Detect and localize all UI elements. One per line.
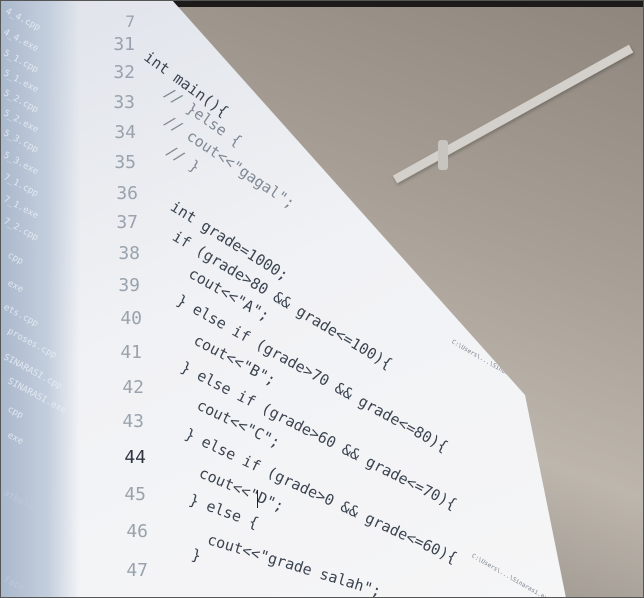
file-sidebar: 4_4.cpp 4_4.exe 5_1.cpp 5_1.exe 5_2.cpp … — [0, 0, 80, 598]
sidebar-file[interactable]: exe — [6, 279, 25, 295]
line-number: 42 — [122, 377, 144, 398]
line-number: 45 — [124, 484, 146, 505]
output-text: C:\Users\...\Sinarasi.exe — [470, 552, 552, 598]
line-number: 40 — [120, 308, 142, 329]
line-number-active: 44 — [124, 447, 146, 468]
line-number: 46 — [126, 521, 148, 542]
code-line[interactable]: cout<<"grade salah"; — [205, 530, 383, 598]
line-number: 31 — [113, 34, 135, 55]
line-number: 43 — [122, 411, 144, 432]
text-cursor — [257, 490, 258, 508]
line-number: 37 — [116, 212, 138, 233]
line-number: 36 — [116, 183, 138, 204]
sidebar-file[interactable]: ets.cpp — [2, 303, 40, 330]
sidebar-file[interactable]: exe — [6, 431, 25, 447]
sidebar-file[interactable]: face — [2, 575, 26, 594]
line-number: 7 — [125, 12, 135, 31]
line-number: 33 — [113, 92, 135, 113]
sidebar-file[interactable]: atbelas — [2, 489, 40, 516]
sidebar-file[interactable]: cpp — [6, 251, 25, 267]
sidebar-file[interactable]: cpp — [6, 405, 25, 421]
ceiling-mount — [438, 140, 448, 170]
line-number: 38 — [118, 243, 140, 264]
code-line[interactable]: } — [190, 545, 203, 565]
line-number: 34 — [114, 122, 136, 143]
projected-code-photo: 4_4.cpp 4_4.exe 5_1.cpp 5_1.exe 5_2.cpp … — [0, 0, 644, 598]
line-number: 39 — [118, 275, 140, 296]
line-number: 41 — [120, 342, 142, 363]
line-number: 32 — [113, 62, 135, 83]
line-number: 35 — [114, 152, 136, 173]
line-number: 47 — [126, 560, 148, 581]
